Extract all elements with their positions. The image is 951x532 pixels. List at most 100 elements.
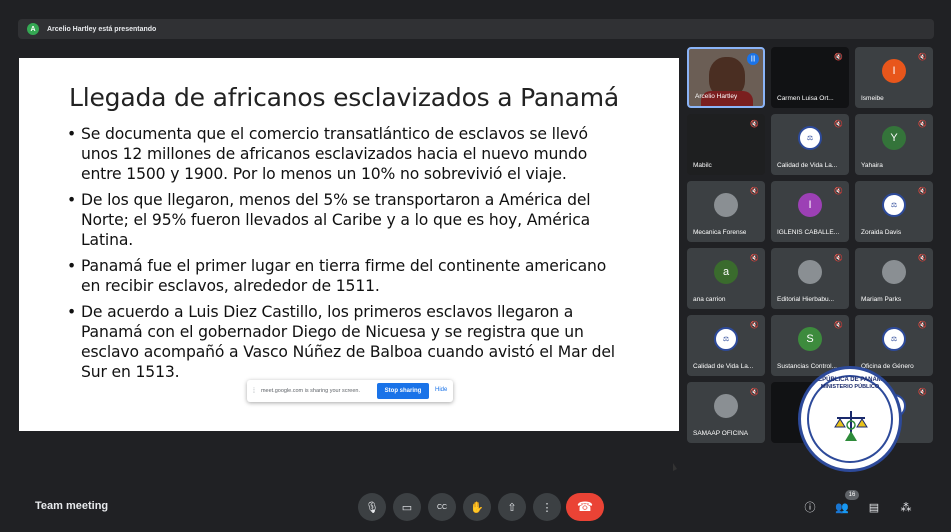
participant-avatar: S [798,327,822,351]
participant-tile[interactable]: 🔇 a ana carrion [687,248,765,309]
end-call-button[interactable]: ☎ [566,493,604,521]
chat-button[interactable]: ▤ [865,498,883,516]
institution-logo-avatar: ⚖ [882,327,906,351]
participant-name: Yahaira [861,162,883,169]
participant-name: Mariam Parks [861,296,902,303]
participant-tile[interactable]: 🔇 Mariam Parks [855,248,933,309]
participant-tile[interactable]: 🔇 ⚖ Zoraida Davis [855,181,933,242]
participant-name: Arcelio Hartley [695,93,738,100]
mic-off-icon: 🔇 [918,54,927,61]
meeting-name: Team meeting [35,500,109,512]
chat-icon: ▤ [868,501,880,514]
participant-name: Zoraida Davis [861,229,902,236]
slide-title: Llegada de africanos esclavizados a Pana… [69,83,620,112]
mic-off-icon: 🔇 [834,322,843,329]
people-icon: 👥 [835,501,849,514]
seal-line-republic: REPÚBLICA DE PANAMÁ [813,377,887,383]
participant-name: Carmen Luisa Ort... [777,95,834,102]
stop-sharing-button[interactable]: Stop sharing [377,383,429,399]
mic-icon: 🎙 [365,501,379,514]
participant-name: Mecanica Forense [693,229,747,236]
participant-name: Editorial Hierbabu... [777,296,835,303]
activities-button[interactable]: ⁂ [897,498,915,516]
raise-hand-button[interactable]: ✋ [463,493,491,521]
captions-icon: CC [436,503,448,511]
participant-name: Mabilc [693,162,712,169]
participant-tile[interactable]: 🔇 Mecanica Forense [687,181,765,242]
participant-name: Calidad de Vida La... [693,363,754,370]
bullet-text: Se documenta que el comercio transatlánt… [81,125,588,183]
raise-hand-icon: ✋ [470,501,484,514]
participant-tile[interactable]: 🔇 Editorial Hierbabu... [771,248,849,309]
bullet-text: De los que llegaron, menos del 5% se tra… [81,191,591,249]
participant-photo-avatar [714,394,738,418]
participant-avatar: I [798,193,822,217]
institution-seal-overlay: REPÚBLICA DE PANAMÁ MINISTERIO PÚBLICO [798,366,902,472]
bullet-marker: • [67,191,77,209]
scales-of-justice-icon [834,411,868,441]
participant-tile[interactable]: 🔇 ⚖ Calidad de Vida La... [771,114,849,175]
camera-icon: ▭ [401,501,413,514]
speaking-indicator-icon: ||| [747,53,759,65]
participant-avatar: a [714,260,738,284]
mic-off-icon: 🔇 [834,54,843,61]
participant-tile[interactable]: 🔇 Carmen Luisa Ort... [771,47,849,108]
slide-bullet: • De los que llegaron, menos del 5% se tr… [67,190,627,250]
bullet-marker: • [67,125,77,143]
seal-line-ministry: MINISTERIO PÚBLICO [820,384,880,390]
participant-tile[interactable]: 🔇 ⚖ Oficina de Género [855,315,933,376]
presenter-avatar: A [27,23,39,35]
mic-off-icon: 🔇 [918,121,927,128]
mic-off-icon: 🔇 [750,322,759,329]
participant-photo-avatar [798,260,822,284]
meeting-details-button[interactable]: ⓘ [801,498,819,516]
participant-tile[interactable]: 🔇 I IGLENIS CABALLE... [771,181,849,242]
participant-tile[interactable]: 🔇 Y Yahaira [855,114,933,175]
shared-screen: Llegada de africanos esclavizados a Pana… [19,58,679,471]
info-icon: ⓘ [804,502,816,514]
camera-button[interactable]: ▭ [393,493,421,521]
participant-tile[interactable]: 🔇 ⚖ Calidad de Vida La... [687,315,765,376]
participant-name: ana carrion [693,296,726,303]
more-vert-icon: ⋮ [541,501,553,514]
participant-tile[interactable]: 🔇 SAMAAP OFICINA [687,382,765,443]
bullet-text: De acuerdo a Luis Diez Castillo, los pri… [81,303,615,381]
participant-tile[interactable]: 🔇 Mabilc [687,114,765,175]
slide-bullet: • Panamá fue el primer lugar en tierra fi… [67,256,627,296]
participant-tile[interactable]: 🔇 I Ismeibe [855,47,933,108]
participant-name: SAMAAP OFICINA [693,430,749,437]
mic-off-icon: 🔇 [750,121,759,128]
mic-off-icon: 🔇 [918,255,927,262]
mic-off-icon: 🔇 [750,255,759,262]
drag-handle-icon[interactable]: ⁞ [253,388,255,395]
hide-share-bar-button[interactable]: Hide [435,387,447,393]
bullet-marker: • [67,303,77,321]
participant-avatar: Y [882,126,906,150]
present-icon: ⇧ [507,501,517,514]
slide-bullet: • Se documenta que el comercio transatlán… [67,124,627,184]
activities-icon: ⁂ [900,501,912,514]
end-call-icon: ☎ [576,499,594,514]
screen-share-bar: ⁞ meet.google.com is sharing your screen… [247,380,453,402]
share-message: meet.google.com is sharing your screen. [260,388,361,394]
mic-off-icon: 🔇 [918,389,927,396]
participant-name: Calidad de Vida La... [777,162,838,169]
present-button[interactable]: ⇧ [498,493,526,521]
mic-off-icon: 🔇 [834,188,843,195]
mic-button[interactable]: 🎙 [358,493,386,521]
participant-name: Ismeibe [861,95,884,102]
presenting-text: Arcelio Hartley está presentando [47,25,157,33]
people-button[interactable]: 👥 [833,498,851,516]
institution-logo-avatar: ⚖ [882,193,906,217]
more-options-button[interactable]: ⋮ [533,493,561,521]
mouse-cursor-icon [673,463,677,471]
participant-avatar: I [882,59,906,83]
participant-tile[interactable]: ||| Arcelio Hartley [687,47,765,108]
participant-name: Sustancias Control... [777,363,837,370]
mic-off-icon: 🔇 [918,322,927,329]
institution-logo-avatar: ⚖ [714,327,738,351]
participant-name: IGLENIS CABALLE... [777,229,840,236]
captions-button[interactable]: CC [428,493,456,521]
mic-off-icon: 🔇 [834,121,843,128]
presenting-banner: A Arcelio Hartley está presentando [18,19,934,39]
